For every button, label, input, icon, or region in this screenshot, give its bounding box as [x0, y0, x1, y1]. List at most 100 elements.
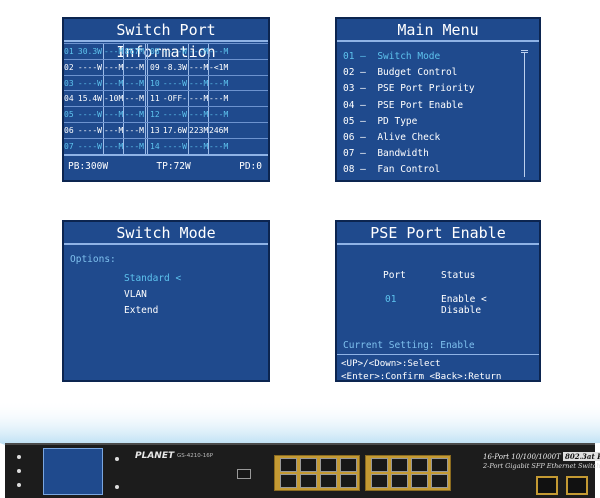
sfp-port-1[interactable]	[536, 476, 558, 495]
port-tx: ---M	[189, 107, 209, 122]
rj45-port[interactable]	[391, 474, 408, 488]
console-port[interactable]	[237, 469, 251, 479]
port-tx: ---M	[104, 44, 124, 59]
option-extend[interactable]: Extend	[124, 303, 268, 319]
status-column: Status Enable < Disable	[441, 270, 487, 316]
status-led	[115, 457, 119, 461]
option-vlan[interactable]: VLAN	[124, 287, 268, 303]
current-setting: Current Setting: Enable	[343, 340, 475, 351]
brand-logo: PLANET	[135, 451, 175, 461]
port-number: 05	[64, 110, 74, 120]
menu-item[interactable]: 04 — PSE Port Enable	[343, 98, 539, 114]
menu-item[interactable]: 03 — PSE Port Priority	[343, 81, 539, 97]
port-rx: -<1M	[209, 62, 229, 72]
port-number: 01	[64, 47, 74, 56]
port-number: 11	[150, 94, 160, 104]
port-tx: ---M	[104, 75, 124, 91]
rj45-port[interactable]	[411, 474, 428, 488]
rj45-port[interactable]	[300, 474, 317, 488]
port-tx: 223M	[189, 122, 209, 138]
port-tx: ---M	[189, 44, 209, 59]
option-standard[interactable]: Standard <	[124, 271, 268, 287]
status-header: Status	[441, 270, 476, 281]
key-help-confirm: <Enter>:Confirm <Back>:Return	[341, 371, 502, 382]
rj45-port[interactable]	[320, 474, 337, 488]
port-number: 13	[150, 125, 160, 135]
menu-item[interactable]: 05 — PD Type	[343, 114, 539, 130]
rj45-port[interactable]	[431, 458, 448, 472]
rj45-port[interactable]	[280, 474, 297, 488]
options-list: Standard < VLAN Extend	[64, 265, 268, 319]
port-row: 05 ----W ---M ---M 12 ----W ---M ---M	[64, 106, 268, 122]
rj45-port[interactable]	[411, 458, 428, 472]
switch-port-information-screen: Switch Port Information 01 30.3W ---M 867M 0…	[62, 17, 270, 182]
scrollbar[interactable]	[524, 53, 525, 177]
device-description-line1: 16-Port 10/100/1000T 802.3at PoE +	[483, 452, 600, 461]
port-row: 06 ----W ---M ---M 13 17.6W 223M 246M	[64, 121, 268, 138]
power-led	[17, 455, 21, 459]
rj45-port[interactable]	[340, 474, 357, 488]
rj45-port[interactable]	[391, 458, 408, 472]
options-label: Options:	[70, 254, 116, 265]
port-number: 03	[64, 78, 74, 88]
menu-item[interactable]: 01 — Switch Mode	[343, 49, 539, 65]
port-tx: ---M	[189, 91, 209, 107]
port-row: 01 30.3W ---M 867M 08 ----W ---M ---M	[64, 43, 268, 59]
powered-devices: PD:0	[239, 160, 262, 172]
switch-front-panel: PLANET GS-4210-16P 16-Port 10/100/1000T …	[5, 443, 600, 498]
menu-item[interactable]: 07 — Bandwidth	[343, 146, 539, 162]
rj45-port[interactable]	[431, 474, 448, 488]
port-rx: ---M	[124, 75, 148, 91]
status-option-enable[interactable]: Enable <	[441, 294, 487, 305]
port-header: Port	[383, 270, 406, 281]
port-value[interactable]: 01	[383, 294, 406, 305]
rj45-port[interactable]	[371, 474, 388, 488]
screen-title: Main Menu	[337, 19, 539, 41]
status-option-disable[interactable]: Disable	[441, 305, 487, 316]
port-power: -OFF-	[162, 91, 189, 107]
pse-port-enable-screen: PSE Port Enable Port 01 Status Enable < …	[335, 220, 541, 382]
port-rx: 867M	[124, 44, 148, 59]
device-lcd	[43, 448, 103, 495]
power-budget: PB:300W	[68, 160, 109, 172]
menu-item[interactable]: 08 — Fan Control	[343, 162, 539, 178]
port-number: 12	[150, 110, 160, 120]
port-power: 30.3W	[77, 44, 104, 59]
port-tx: -10M	[104, 91, 124, 107]
port-number: 02	[64, 62, 74, 72]
port-rx: ---M	[124, 122, 148, 138]
port-power: ----W	[77, 75, 104, 91]
poe-max-led	[17, 483, 21, 487]
fan-led	[17, 469, 21, 473]
port-row: 04 15.4W -10M ---M 11 -OFF- ---M ---M	[64, 90, 268, 107]
port-number: 08	[150, 47, 160, 56]
port-power: ----W	[162, 138, 189, 154]
port-rx: ---M	[209, 110, 229, 120]
port-row: 02 ----W ---M ---M 09 -8.3W ---M -<1M	[64, 58, 268, 75]
menu-item[interactable]: 06 — Alive Check	[343, 130, 539, 146]
rj45-port[interactable]	[320, 458, 337, 472]
port-power: ----W	[77, 59, 104, 75]
port-row: 07 ----W ---M ---M 14 ----W ---M ---M	[64, 137, 268, 154]
power-summary-footer: PB:300W TP:72W PD:0	[64, 153, 268, 174]
port-power: ----W	[77, 107, 104, 122]
port-table: 01 30.3W ---M 867M 08 ----W ---M ---M 02 ----W ---…	[64, 43, 268, 154]
rj45-port[interactable]	[300, 458, 317, 472]
total-power: TP:72W	[156, 160, 191, 172]
switch-mode-screen: Switch Mode Options: Standard < VLAN Ext…	[62, 220, 270, 382]
rj45-port[interactable]	[340, 458, 357, 472]
menu-item[interactable]: 02 — Budget Control	[343, 65, 539, 81]
port-power: ----W	[77, 122, 104, 138]
port-tx: ---M	[104, 107, 124, 122]
port-number: 07	[64, 141, 74, 151]
rj45-port[interactable]	[371, 458, 388, 472]
reset-button[interactable]	[115, 485, 119, 489]
menu-list: 01 — Switch Mode 02 — Budget Control 03 — …	[337, 43, 539, 179]
rj45-port[interactable]	[280, 458, 297, 472]
port-tx: ---M	[104, 59, 124, 75]
port-rx: ---M	[209, 78, 229, 88]
port-power: ----W	[162, 44, 189, 59]
sfp-port-2[interactable]	[566, 476, 588, 495]
port-tx: ---M	[189, 59, 209, 75]
port-rx: 246M	[209, 125, 229, 135]
